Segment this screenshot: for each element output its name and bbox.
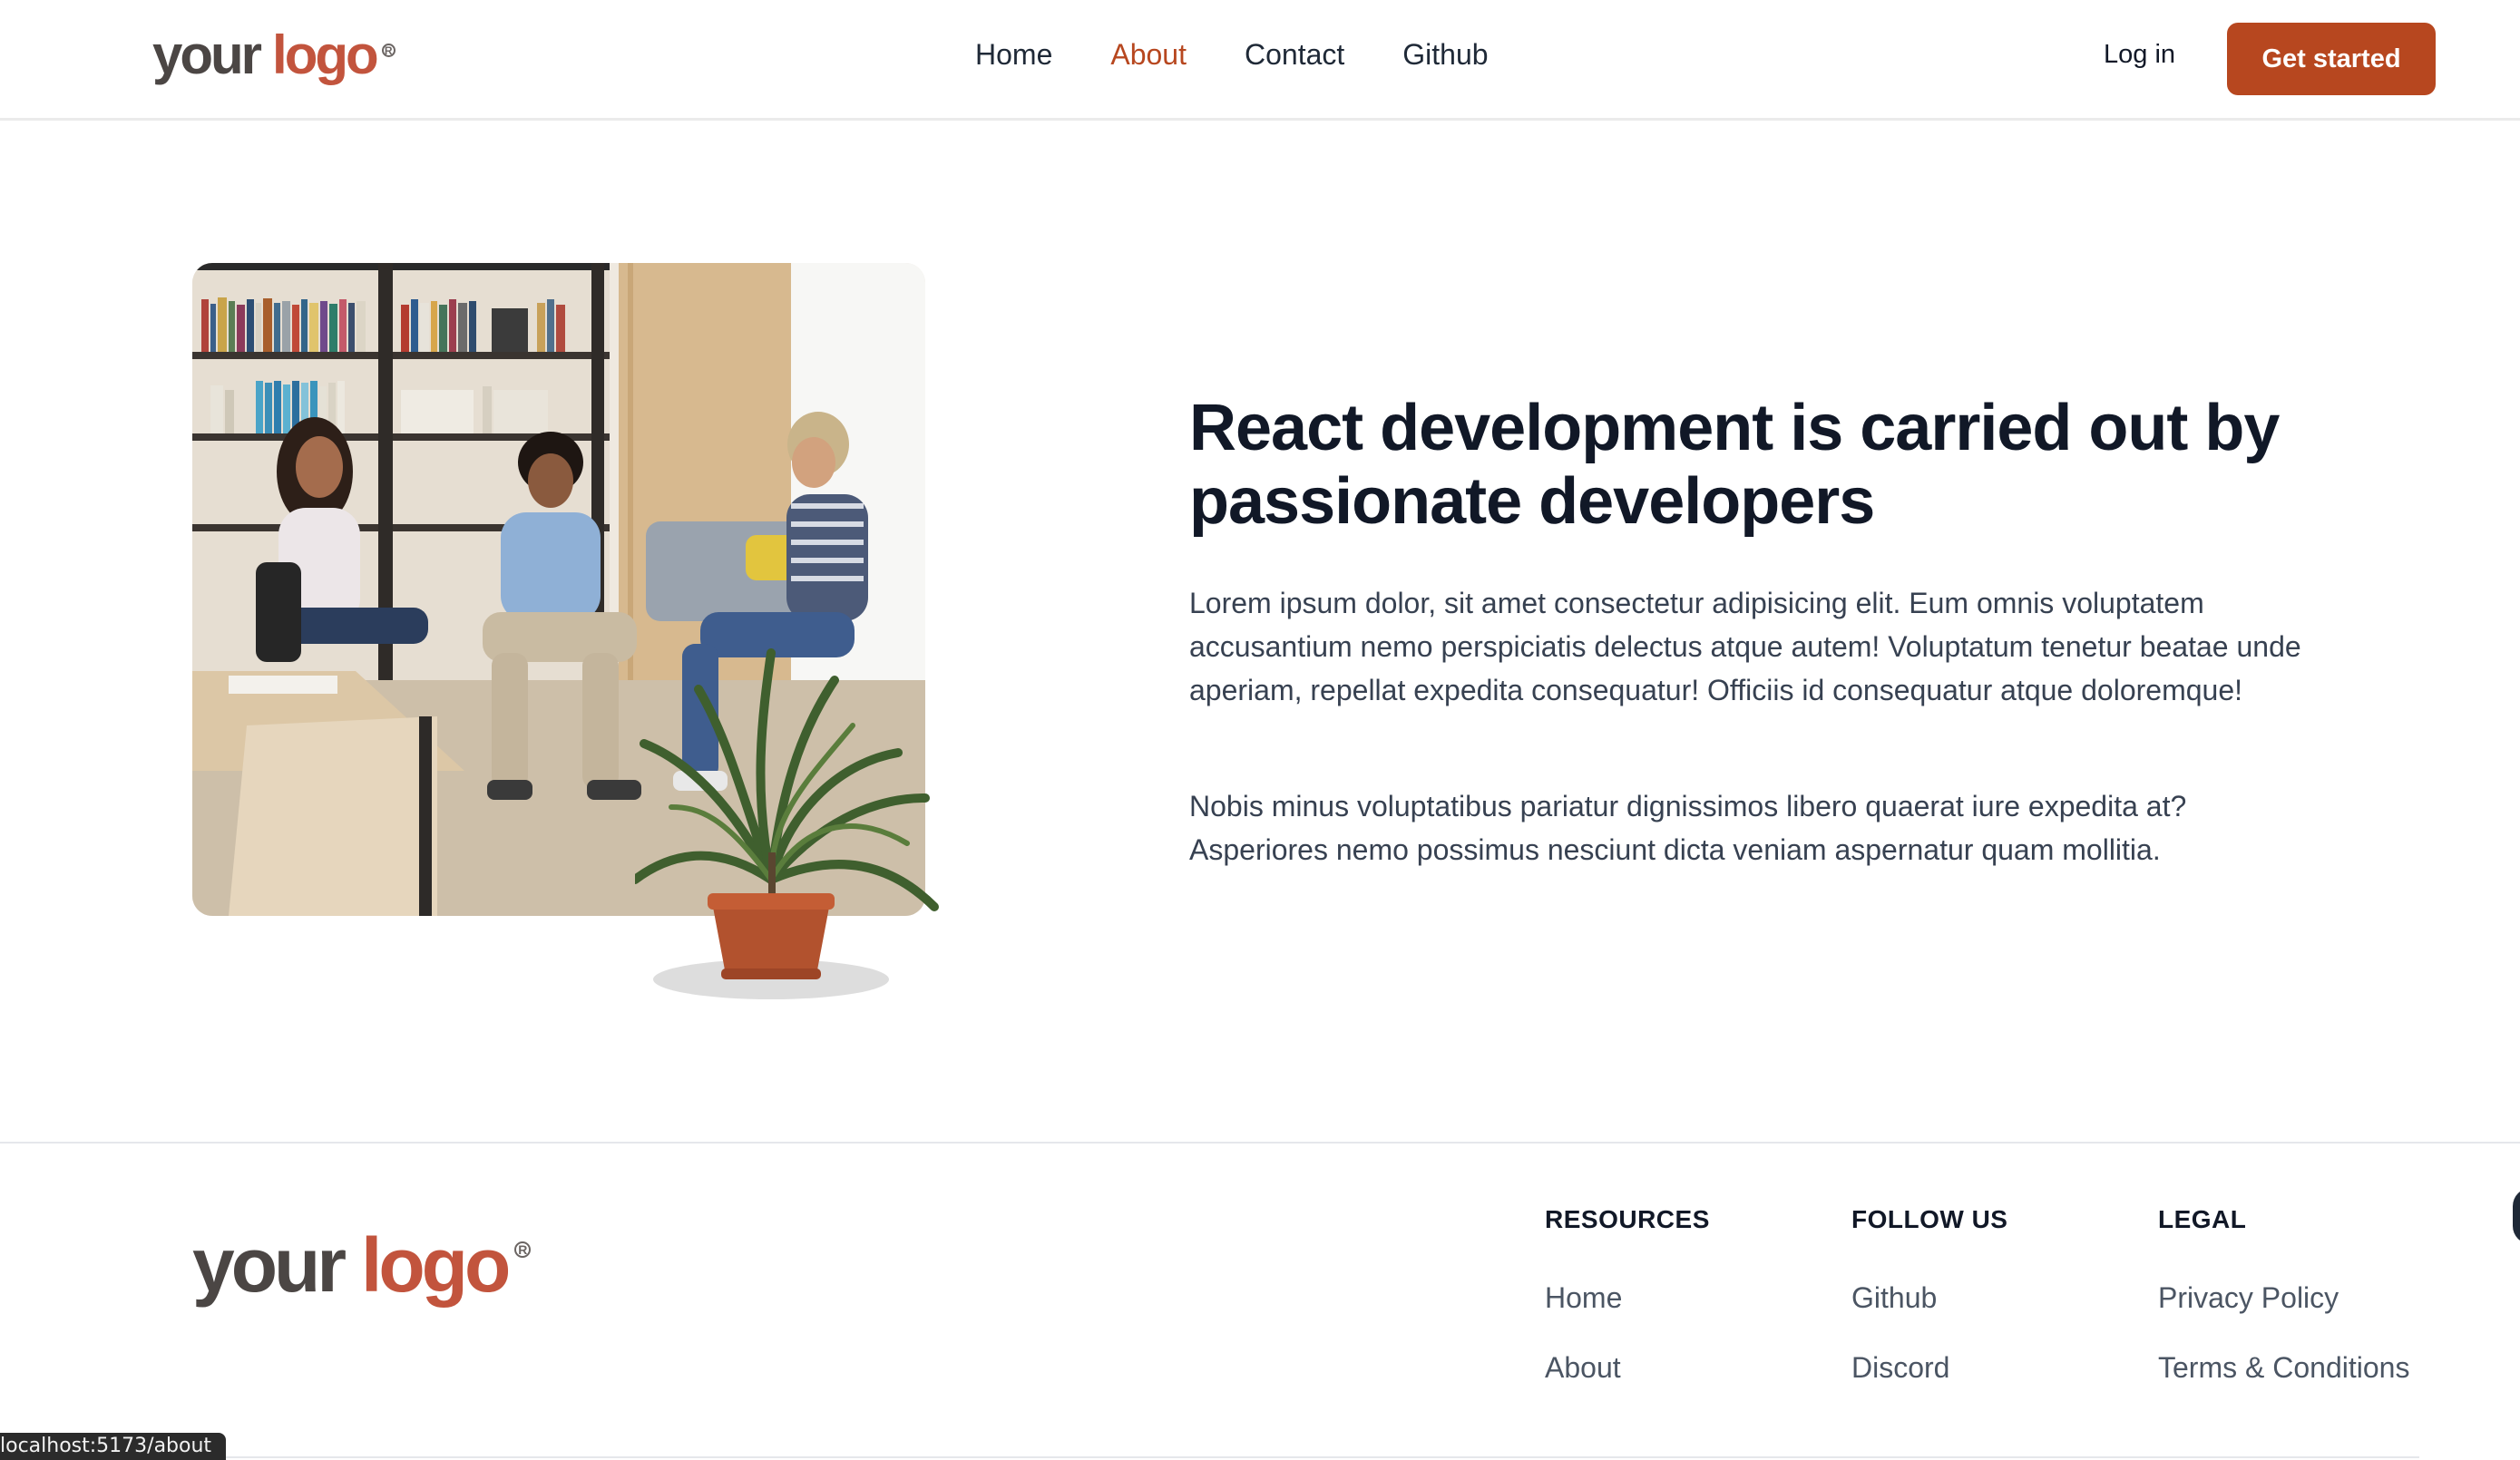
get-started-button[interactable]: Get started [2227,23,2436,95]
logo-word-logo: logo [272,24,379,85]
footer-link-about[interactable]: About [1545,1351,1710,1385]
footer-column-follow-us: FOLLOW US Github Discord [1851,1205,2007,1421]
header-logo[interactable]: your logo R [152,24,396,86]
registered-mark-icon: R [381,44,396,57]
hero-paragraph-2: Nobis minus voluptatibus pariatur dignis… [1189,790,2187,866]
footer-link-terms[interactable]: Terms & Conditions [2158,1351,2409,1385]
registered-mark-icon: R [514,1241,532,1258]
logo-word-your: your [152,24,262,85]
potted-plant-illustration [635,648,939,999]
footer-heading-resources: RESOURCES [1545,1205,1710,1233]
nav-home[interactable]: Home [975,38,1052,72]
footer-link-home[interactable]: Home [1545,1281,1710,1315]
link-status-tooltip: localhost:5173/about [0,1433,227,1460]
hero-heading: React development is carried out by pass… [1189,392,2280,538]
footer-divider [192,1456,2419,1458]
login-link[interactable]: Log in [2104,40,2175,70]
footer-link-privacy-policy[interactable]: Privacy Policy [2158,1281,2409,1315]
footer-column-resources: RESOURCES Home About [1545,1205,1710,1421]
footer-column-legal: LEGAL Privacy Policy Terms & Conditions [2158,1205,2409,1421]
site-footer: your logo R RESOURCES Home About FOLLOW … [0,1142,2520,1458]
hero-paragraph-1: Lorem ipsum dolor, sit amet consectetur … [1189,587,2301,706]
footer-link-discord[interactable]: Discord [1851,1351,2007,1385]
nav-about[interactable]: About [1110,38,1187,72]
logo-word-logo: logo [361,1222,511,1308]
nav-contact[interactable]: Contact [1245,38,1344,72]
footer-heading-legal: LEGAL [2158,1205,2247,1233]
footer-heading-follow-us: FOLLOW US [1851,1205,2008,1233]
logo-word-your: your [192,1222,347,1308]
footer-logo[interactable]: your logo R [192,1222,532,1309]
main-nav: Home About Contact Github [975,38,1489,72]
nav-github[interactable]: Github [1402,38,1488,72]
site-header: your logo R Home About Contact Github Lo… [0,0,2520,121]
footer-link-github[interactable]: Github [1851,1281,2007,1315]
